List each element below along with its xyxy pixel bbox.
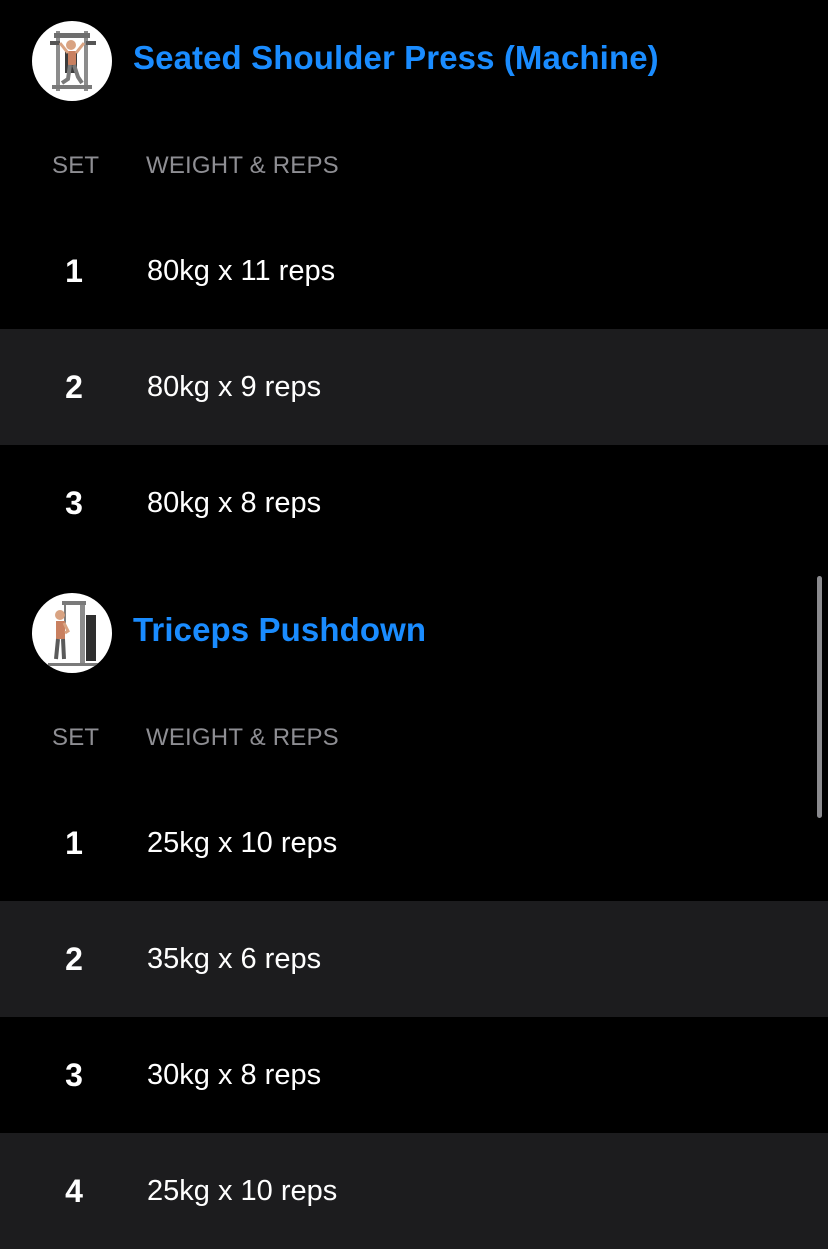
set-weight-reps: 80kg x 11 reps [147,255,336,287]
set-weight-reps: 25kg x 10 reps [147,827,338,859]
set-number: 2 [65,941,83,977]
exercise-title[interactable]: Triceps Pushdown [133,611,426,649]
shoulder-press-machine-icon[interactable] [32,21,112,101]
cable-pushdown-icon[interactable] [32,593,112,673]
set-row: 3 80kg x 8 reps [0,445,828,561]
set-row: 3 30kg x 8 reps [0,1017,828,1133]
exercise-title[interactable]: Seated Shoulder Press (Machine) [133,39,659,77]
set-row: 2 35kg x 6 reps [0,901,828,1017]
set-number: 4 [65,1173,83,1209]
set-number: 3 [65,485,83,521]
set-weight-reps: 35kg x 6 reps [147,943,322,975]
exercise-header[interactable]: Seated Shoulder Press (Machine) [0,21,828,101]
set-row: 1 25kg x 10 reps [0,785,828,901]
set-row: 4 25kg x 10 reps [0,1133,828,1249]
set-number: 1 [65,825,83,861]
set-number: 1 [65,253,83,289]
set-number: 2 [65,369,83,405]
exercise-header[interactable]: Triceps Pushdown [0,593,828,673]
set-column-header: SET [52,152,100,179]
set-row: 1 80kg x 11 reps [0,213,828,329]
set-column-header: SET [52,724,100,751]
set-weight-reps: 30kg x 8 reps [147,1059,322,1091]
set-row: 2 80kg x 9 reps [0,329,828,445]
set-weight-reps: 80kg x 9 reps [147,371,322,403]
weight-reps-column-header: WEIGHT & REPS [146,724,339,751]
set-number: 3 [65,1057,83,1093]
set-weight-reps: 25kg x 10 reps [147,1175,338,1207]
weight-reps-column-header: WEIGHT & REPS [146,152,339,179]
set-weight-reps: 80kg x 8 reps [147,487,322,519]
scrollbar[interactable] [817,576,822,818]
